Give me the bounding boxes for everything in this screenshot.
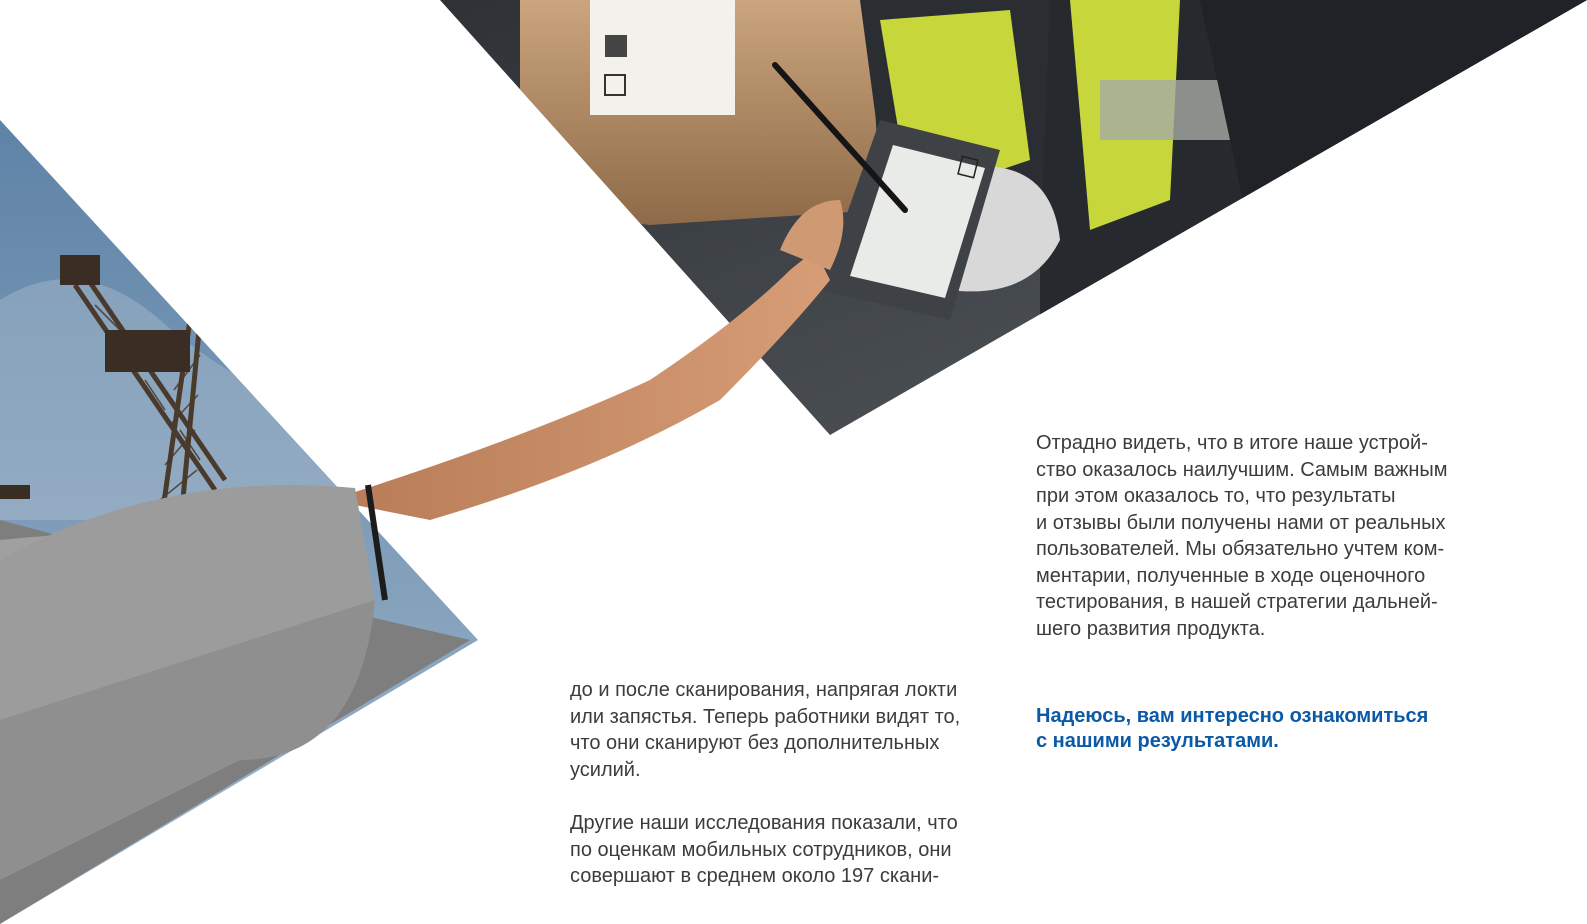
closing-statement: Надеюсь, вам интересно ознакомиться с на… <box>1036 705 1429 752</box>
right-paragraph: Отрадно видеть, что в итоге наше устрой-… <box>1036 432 1448 640</box>
right-column-text: Отрадно видеть, что в итоге наше устрой-… <box>1036 430 1516 642</box>
middle-paragraph-2: Другие наши исследования показали, что п… <box>570 812 958 887</box>
middle-column-text: до и после сканирования, напрягая локти … <box>570 677 1010 890</box>
courier-signing-photo <box>440 0 1587 435</box>
middle-paragraph-1: до и после сканирования, напрягая локти … <box>570 679 961 781</box>
